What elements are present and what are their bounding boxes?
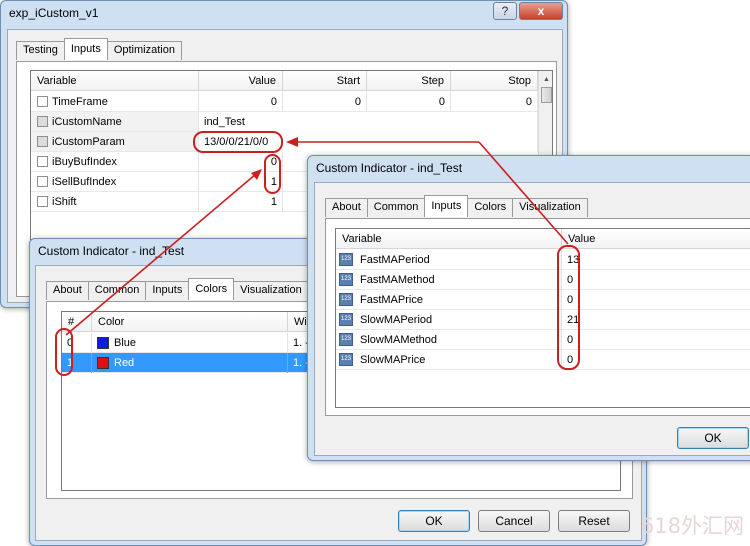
table-row[interactable]: 123 FastMAPrice 0	[336, 290, 750, 310]
main-tab-strip: Testing Inputs Optimization	[16, 38, 182, 60]
row-name: FastMAMethod	[355, 270, 562, 290]
colors-dialog-title: Custom Indicator - ind_Test	[38, 244, 185, 258]
tab-colors[interactable]: Colors	[188, 278, 235, 300]
row-value[interactable]: 0	[562, 330, 750, 350]
row-name: iCustomParam	[47, 132, 199, 152]
inputs-panel: Variable Value 123 FastMAPeriod 13 123 F…	[325, 218, 750, 416]
row-name: SlowMAPrice	[355, 350, 562, 370]
tab-visualization[interactable]: Visualization	[512, 198, 588, 217]
row-name: FastMAPrice	[355, 290, 562, 310]
integer-param-icon: 123	[339, 273, 353, 286]
row-color-name[interactable]: Blue	[109, 333, 288, 353]
tab-common[interactable]: Common	[366, 198, 426, 217]
row-value[interactable]: 13	[562, 250, 750, 270]
row-value[interactable]: ind_Test	[199, 112, 538, 132]
tab-inputs[interactable]: Inputs	[63, 38, 108, 60]
column-color[interactable]: Color	[92, 312, 288, 332]
row-value[interactable]: 0	[562, 270, 750, 290]
table-row[interactable]: iCustomName ind_Test	[31, 112, 538, 132]
row-value[interactable]: 0	[562, 350, 750, 370]
help-button[interactable]: ?	[493, 2, 517, 20]
integer-param-icon: 123	[339, 293, 353, 306]
tab-optimization[interactable]: Optimization	[106, 41, 182, 60]
inputs-dialog-title: Custom Indicator - ind_Test	[316, 161, 463, 175]
column-value[interactable]: Value	[199, 71, 283, 91]
column-variable[interactable]: Variable	[31, 71, 199, 91]
close-button[interactable]: x	[519, 2, 563, 20]
reset-button[interactable]: Reset	[558, 510, 630, 532]
colors-tab-strip: About Common Inputs Colors Visualization	[46, 278, 309, 300]
integer-param-icon: 123	[339, 253, 353, 266]
row-name: TimeFrame	[47, 92, 199, 112]
tab-about[interactable]: About	[46, 281, 89, 300]
scroll-thumb[interactable]	[541, 87, 552, 103]
scroll-up-icon[interactable]: ▲	[541, 73, 552, 86]
row-stop[interactable]: 0	[451, 92, 538, 112]
watermark: 618外汇网	[640, 514, 744, 538]
row-value[interactable]: 0	[562, 290, 750, 310]
table-row[interactable]: iCustomParam 13/0/0/21/0/0	[31, 132, 538, 152]
inputs-tab-strip: About Common Inputs Colors Visualization	[325, 195, 588, 217]
tab-visualization[interactable]: Visualization	[233, 281, 309, 300]
tab-testing[interactable]: Testing	[16, 41, 65, 60]
highlight-buffer-indexes	[264, 154, 281, 194]
grid-header: Variable Value Start Step Stop	[31, 71, 538, 91]
table-row[interactable]: 123 SlowMAPrice 0	[336, 350, 750, 370]
main-window-title: exp_iCustom_v1	[9, 6, 99, 20]
column-variable[interactable]: Variable	[336, 229, 562, 249]
integer-param-icon: 123	[339, 313, 353, 326]
inputs-grid: Variable Value 123 FastMAPeriod 13 123 F…	[335, 228, 750, 408]
row-name: iBuyBufIndex	[47, 152, 199, 172]
column-value[interactable]: Value	[562, 229, 750, 249]
highlight-color-indexes	[55, 328, 73, 376]
row-start[interactable]: 0	[283, 92, 367, 112]
table-row[interactable]: 123 SlowMAMethod 0	[336, 330, 750, 350]
row-name: iShift	[47, 192, 199, 212]
column-start[interactable]: Start	[283, 71, 367, 91]
table-row[interactable]: 123 FastMAMethod 0	[336, 270, 750, 290]
color-swatch[interactable]	[97, 337, 109, 349]
row-name: SlowMAPeriod	[355, 310, 562, 330]
table-row[interactable]: TimeFrame 0 0 0 0	[31, 92, 538, 112]
row-value[interactable]: 1	[199, 192, 283, 212]
tab-common[interactable]: Common	[87, 281, 147, 300]
ok-button[interactable]: OK	[677, 427, 749, 449]
highlight-custom-param	[193, 131, 283, 153]
integer-param-icon: 123	[339, 353, 353, 366]
ok-button[interactable]: OK	[398, 510, 470, 532]
integer-param-icon: 123	[339, 333, 353, 346]
tab-inputs[interactable]: Inputs	[424, 195, 469, 217]
inputs-client-area: About Common Inputs Colors Visualization…	[314, 182, 750, 456]
tab-inputs[interactable]: Inputs	[145, 281, 190, 300]
table-row[interactable]: 123 SlowMAPeriod 21	[336, 310, 750, 330]
tab-colors[interactable]: Colors	[467, 198, 514, 217]
table-row[interactable]: 123 FastMAPeriod 13	[336, 250, 750, 270]
inputs-dialog: Custom Indicator - ind_Test About Common…	[307, 155, 750, 461]
row-name: iCustomName	[47, 112, 199, 132]
row-name: iSellBufIndex	[47, 172, 199, 192]
row-name: FastMAPeriod	[355, 250, 562, 270]
row-step[interactable]: 0	[367, 92, 451, 112]
row-color-name[interactable]: Red	[109, 353, 288, 373]
column-stop[interactable]: Stop	[451, 71, 538, 91]
highlight-input-values	[557, 245, 580, 370]
row-value[interactable]: 21	[562, 310, 750, 330]
tab-about[interactable]: About	[325, 198, 368, 217]
row-value[interactable]: 0	[199, 92, 283, 112]
column-step[interactable]: Step	[367, 71, 451, 91]
row-name: SlowMAMethod	[355, 330, 562, 350]
cancel-button[interactable]: Cancel	[478, 510, 550, 532]
inputs-grid-header: Variable Value	[336, 229, 750, 249]
color-swatch[interactable]	[97, 357, 109, 369]
